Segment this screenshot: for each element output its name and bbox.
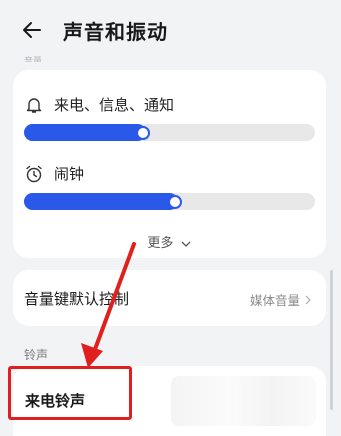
alarm-volume-fill [24,193,179,210]
scrollbar[interactable] [330,270,333,410]
chevron-down-icon [181,241,191,247]
ringtone-volume-knob[interactable] [136,125,151,140]
alarm-volume-label: 闹钟 [54,165,85,183]
partial-hidden-text: 音量 [24,57,43,62]
call-ringtone-row[interactable]: 来电铃声 [13,366,326,436]
volume-key-label: 音量键默认控制 [24,290,130,308]
back-arrow-icon [23,22,41,38]
call-ringtone-value-blurred [171,376,316,426]
volume-key-value: 媒体音量 [249,293,300,308]
bell-icon [26,97,42,113]
header: 声音和振动 音量 [0,0,341,64]
ringtone-volume-label: 来电、信息、通知 [54,96,175,114]
chevron-right-icon [305,295,311,304]
ringtone-volume-fill [24,124,147,141]
call-ringtone-label: 来电铃声 [25,392,86,410]
more-button[interactable]: 更多 [13,232,326,251]
alarm-volume-row: 闹钟 [24,163,84,184]
volume-card: 来电、信息、通知 闹钟 更多 [13,70,326,258]
back-button[interactable] [20,18,48,46]
volume-key-row[interactable]: 音量键默认控制 媒体音量 [13,270,326,326]
alarm-clock-icon [26,165,42,182]
volume-key-value-wrap: 媒体音量 [250,290,312,309]
alarm-volume-knob[interactable] [168,194,183,209]
ringtone-volume-row: 来电、信息、通知 [24,94,174,115]
ringtone-volume-slider[interactable] [24,124,315,141]
ringtone-section-title: 铃声 [24,348,49,362]
more-label: 更多 [147,236,174,251]
alarm-volume-slider[interactable] [24,193,315,210]
page-title: 声音和振动 [63,20,168,44]
